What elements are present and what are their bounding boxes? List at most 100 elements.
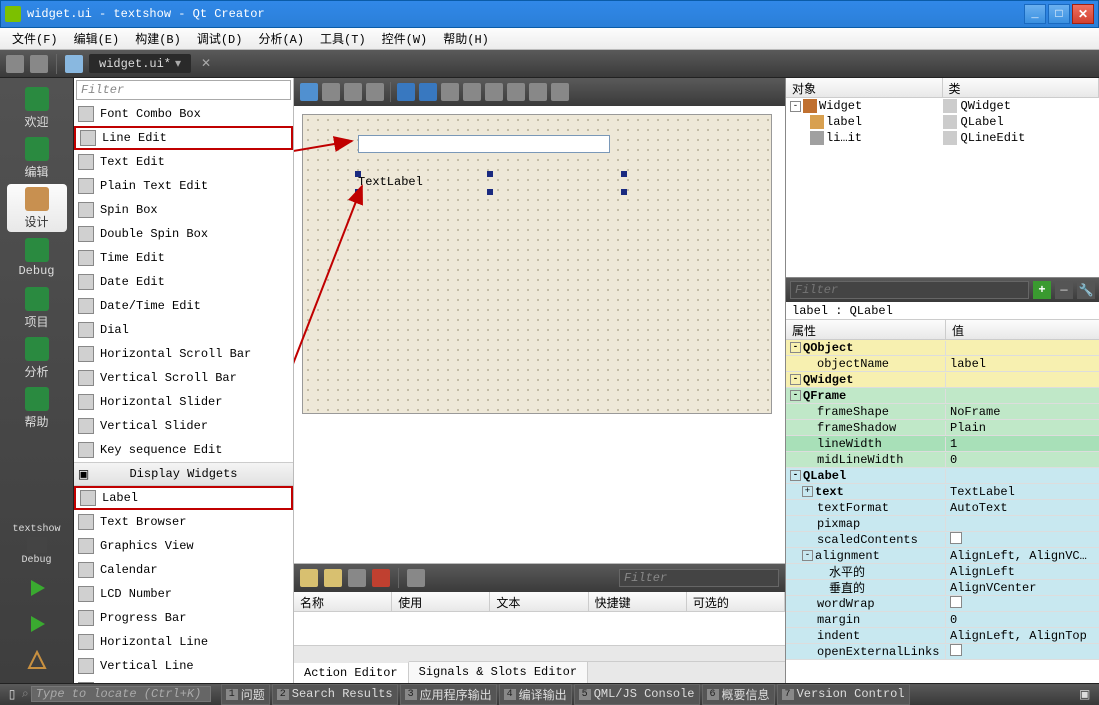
widget-item-display-widgets[interactable]: Display Widgets	[74, 462, 293, 486]
widget-item-label[interactable]: Label	[74, 486, 293, 510]
paste-action-icon[interactable]	[348, 569, 366, 587]
action-col[interactable]: 名称	[294, 592, 392, 611]
widget-item-plain-text-edit[interactable]: Plain Text Edit	[74, 174, 293, 198]
obj-col[interactable]: 对象	[786, 78, 943, 97]
widget-item-progress-bar[interactable]: Progress Bar	[74, 606, 293, 630]
close-button[interactable]: ✕	[1072, 4, 1094, 24]
output-pane-1[interactable]: 1问题	[221, 684, 270, 705]
layout-h-icon[interactable]	[397, 83, 415, 101]
design-canvas[interactable]: TextLabel	[294, 106, 785, 563]
obj-row[interactable]: li…itQLineEdit	[786, 130, 1099, 146]
action-col[interactable]: 快捷键	[589, 592, 687, 611]
prop-row[interactable]: 水平的AlignLeft	[786, 564, 1099, 580]
layout-v-icon[interactable]	[419, 83, 437, 101]
prop-row[interactable]: pixmap	[786, 516, 1099, 532]
selection-handle[interactable]	[487, 171, 493, 177]
toggle-sidebar-icon[interactable]: ▣	[1079, 687, 1095, 702]
copy-action-icon[interactable]	[324, 569, 342, 587]
remove-property-button[interactable]: —	[1055, 281, 1073, 299]
debug-button[interactable]	[19, 609, 55, 639]
property-filter[interactable]	[790, 281, 1029, 299]
back-icon[interactable]	[6, 55, 24, 73]
action-filter[interactable]: Filter	[619, 569, 779, 587]
obj-row[interactable]: labelQLabel	[786, 114, 1099, 130]
edit-buddies-icon[interactable]	[344, 83, 362, 101]
h-scrollbar[interactable]	[294, 645, 785, 661]
configure-property-button[interactable]: 🔧	[1077, 281, 1095, 299]
output-pane-4[interactable]: 4编译输出	[499, 684, 572, 705]
prop-row[interactable]: frameShadowPlain	[786, 420, 1099, 436]
widget-item-date/time-edit[interactable]: Date/Time Edit	[74, 294, 293, 318]
add-property-button[interactable]: +	[1033, 281, 1051, 299]
prop-col[interactable]: 属性	[786, 320, 946, 339]
prop-col[interactable]: 值	[946, 320, 1099, 339]
widget-item-open-gl-widget[interactable]: Open GL Widget	[74, 678, 293, 683]
tab-close-icon[interactable]: ✕	[201, 56, 211, 71]
prop-row[interactable]: openExternalLinks	[786, 644, 1099, 660]
widget-item-lcd-number[interactable]: LCD Number	[74, 582, 293, 606]
prop-row[interactable]: -QWidget	[786, 372, 1099, 388]
mode-欢迎[interactable]: 欢迎	[7, 84, 67, 132]
widget-item-horizontal-line[interactable]: Horizontal Line	[74, 630, 293, 654]
output-pane-7[interactable]: 7Version Control	[777, 684, 910, 705]
widget-item-spin-box[interactable]: Spin Box	[74, 198, 293, 222]
prop-row[interactable]: textFormatAutoText	[786, 500, 1099, 516]
widget-filter[interactable]: Filter	[76, 80, 291, 100]
menu-item[interactable]: 调试(D)	[189, 28, 251, 49]
widget-item-text-edit[interactable]: Text Edit	[74, 150, 293, 174]
action-tab[interactable]: Signals & Slots Editor	[409, 662, 588, 683]
widget-item-horizontal-scroll-bar[interactable]: Horizontal Scroll Bar	[74, 342, 293, 366]
widget-item-vertical-slider[interactable]: Vertical Slider	[74, 414, 293, 438]
layout-vs-icon[interactable]	[463, 83, 481, 101]
menu-item[interactable]: 分析(A)	[250, 28, 312, 49]
widget-item-date-edit[interactable]: Date Edit	[74, 270, 293, 294]
widget-item-time-edit[interactable]: Time Edit	[74, 246, 293, 270]
menu-item[interactable]: 帮助(H)	[435, 28, 497, 49]
widget-item-horizontal-slider[interactable]: Horizontal Slider	[74, 390, 293, 414]
delete-action-icon[interactable]	[372, 569, 390, 587]
edit-signals-icon[interactable]	[322, 83, 340, 101]
prop-row[interactable]: -QFrame	[786, 388, 1099, 404]
widget-item-graphics-view[interactable]: Graphics View	[74, 534, 293, 558]
widget-item-font-combo-box[interactable]: Font Combo Box	[74, 102, 293, 126]
maximize-button[interactable]: □	[1048, 4, 1070, 24]
widget-item-vertical-scroll-bar[interactable]: Vertical Scroll Bar	[74, 366, 293, 390]
widget-item-vertical-line[interactable]: Vertical Line	[74, 654, 293, 678]
prop-row[interactable]: frameShapeNoFrame	[786, 404, 1099, 420]
menu-item[interactable]: 文件(F)	[4, 28, 66, 49]
selection-handle[interactable]	[355, 171, 361, 177]
selection-handle[interactable]	[621, 189, 627, 195]
project-selector[interactable]: textshowDebug	[7, 521, 67, 569]
mode-编辑[interactable]: 编辑	[7, 134, 67, 182]
run-button[interactable]	[19, 573, 55, 603]
mode-设计[interactable]: 设计	[7, 184, 67, 232]
menu-item[interactable]: 控件(W)	[374, 28, 436, 49]
new-action-icon[interactable]	[300, 569, 318, 587]
prop-row[interactable]: indentAlignLeft, AlignTop	[786, 628, 1099, 644]
canvas-lineedit[interactable]	[358, 135, 610, 153]
action-col[interactable]: 可选的	[687, 592, 785, 611]
widget-item-double-spin-box[interactable]: Double Spin Box	[74, 222, 293, 246]
action-col[interactable]: 使用	[392, 592, 490, 611]
widget-item-line-edit[interactable]: Line Edit	[74, 126, 293, 150]
prop-row[interactable]: lineWidth1	[786, 436, 1099, 452]
form-widget[interactable]: TextLabel	[302, 114, 772, 414]
widget-item-key-sequence-edit[interactable]: Key sequence Edit	[74, 438, 293, 462]
prop-row[interactable]: wordWrap	[786, 596, 1099, 612]
prop-row[interactable]: +textTextLabel	[786, 484, 1099, 500]
prop-row[interactable]: midLineWidth0	[786, 452, 1099, 468]
minimize-button[interactable]: _	[1024, 4, 1046, 24]
prop-row[interactable]: objectNamelabel	[786, 356, 1099, 372]
edit-widgets-icon[interactable]	[300, 83, 318, 101]
mode-分析[interactable]: 分析	[7, 334, 67, 382]
action-col[interactable]: 文本	[490, 592, 588, 611]
selection-handle[interactable]	[487, 189, 493, 195]
output-pane-5[interactable]: 5QML/JS Console	[574, 684, 700, 705]
obj-row[interactable]: -WidgetQWidget	[786, 98, 1099, 114]
action-list[interactable]	[294, 612, 785, 661]
selection-handle[interactable]	[621, 171, 627, 177]
prop-row[interactable]: -QObject	[786, 340, 1099, 356]
locator-input[interactable]: Type to locate (Ctrl+K)	[31, 686, 211, 702]
forward-icon[interactable]	[30, 55, 48, 73]
layout-grid-icon[interactable]	[485, 83, 503, 101]
